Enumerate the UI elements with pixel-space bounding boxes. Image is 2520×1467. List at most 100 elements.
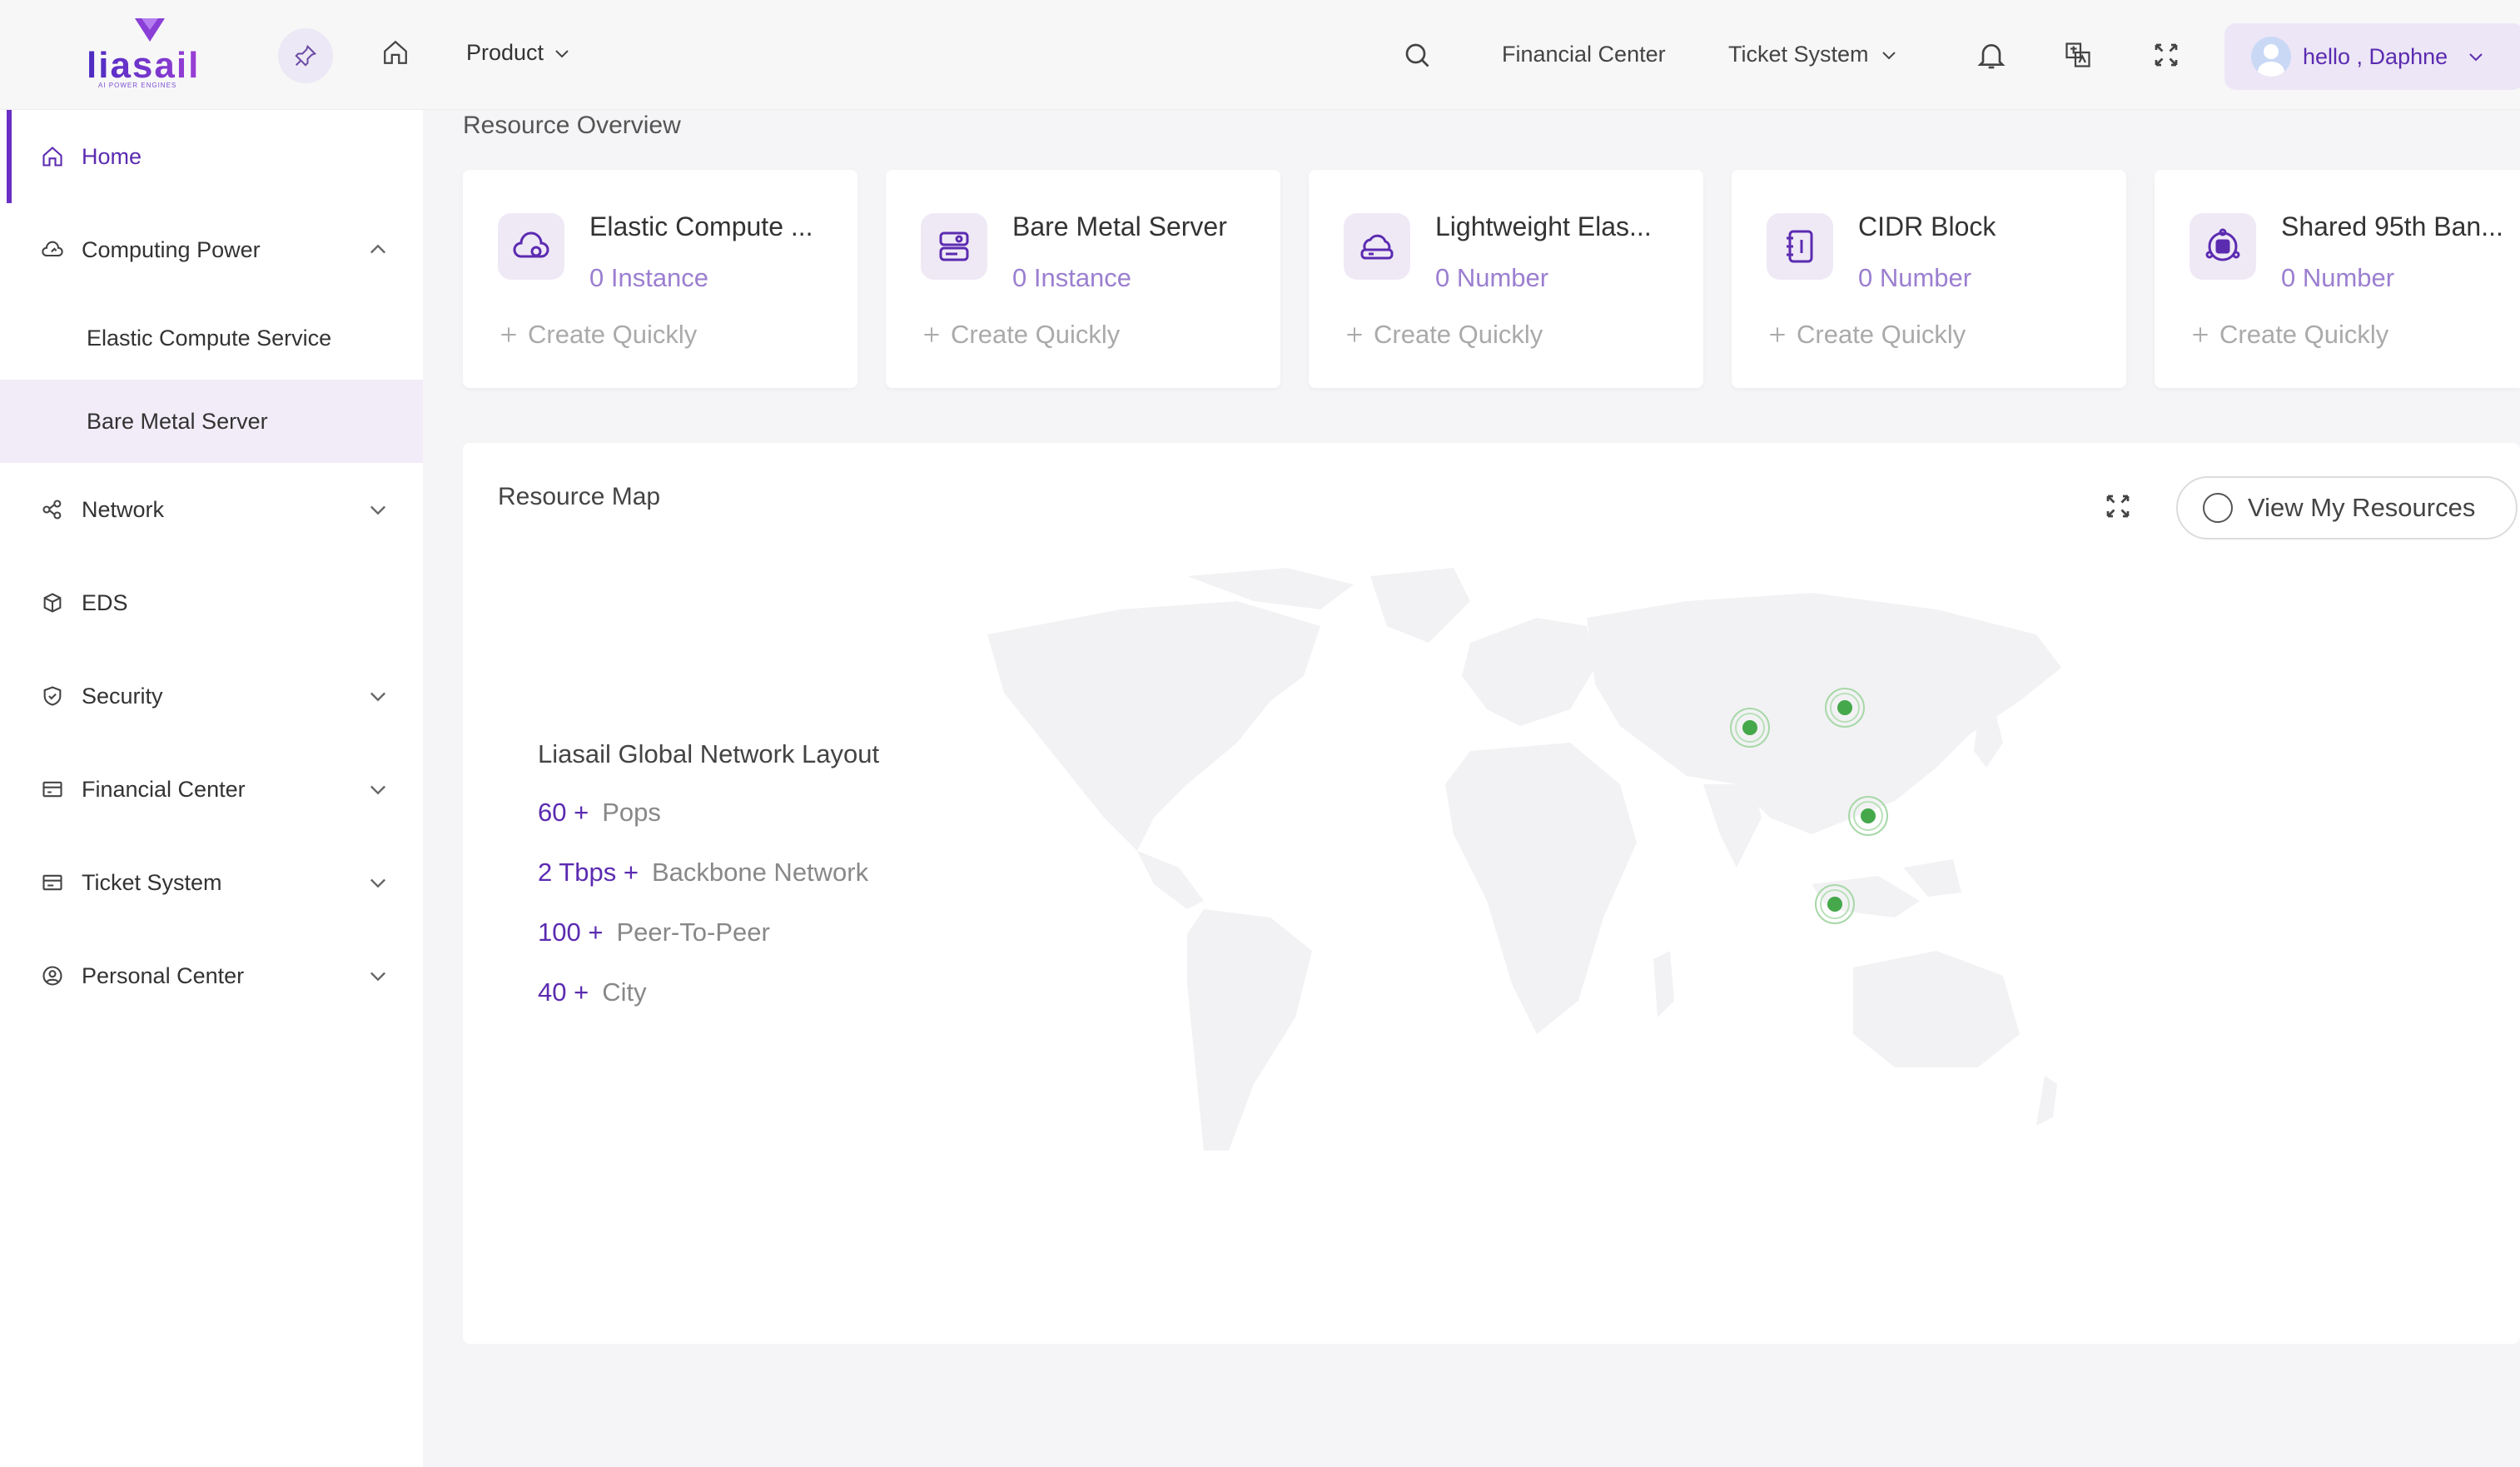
- sidebar-item-label: Security: [82, 683, 163, 709]
- sidebar-item-network[interactable]: Network: [0, 463, 423, 556]
- map-pin[interactable]: [1825, 688, 1865, 728]
- map-pin[interactable]: [1848, 796, 1888, 836]
- resource-card-bare-metal[interactable]: Bare Metal Server 0 Instance Create Quic…: [886, 170, 1280, 388]
- chevron-down-icon: [1881, 51, 1896, 59]
- card-title: Elastic Compute ...: [589, 211, 813, 241]
- resource-map-panel: Resource Map View My Resources Liasail G…: [463, 443, 2520, 1344]
- sidebar-item-label: Ticket System: [82, 869, 222, 895]
- fullscreen-icon: [2155, 43, 2178, 67]
- map-pin[interactable]: [1815, 884, 1855, 924]
- stat-label: Pops: [602, 798, 661, 827]
- stat-value: 2 Tbps +: [538, 858, 639, 887]
- view-my-resources-label: View My Resources: [2248, 493, 2476, 522]
- search-button[interactable]: [1402, 40, 1435, 73]
- sidebar-item-label: EDS: [82, 589, 128, 615]
- notifications-button[interactable]: [1975, 38, 2011, 75]
- network-layout-title: Liasail Global Network Layout: [538, 739, 880, 768]
- sidebar-item-ticket-system[interactable]: Ticket System: [0, 836, 423, 929]
- card-title: Lightweight Elas...: [1435, 211, 1652, 241]
- stat-pops: 60 + Pops: [538, 798, 661, 828]
- chevron-down-icon: [370, 785, 385, 795]
- page-title: Resource Overview: [463, 112, 681, 139]
- card-title: CIDR Block: [1858, 211, 1996, 241]
- sidebar-item-label: Computing Power: [82, 236, 261, 262]
- stat-peer: 100 + Peer-To-Peer: [538, 917, 770, 947]
- user-menu[interactable]: hello , Daphne: [2224, 23, 2520, 90]
- plus-icon: [2193, 327, 2208, 342]
- logo-subtitle: AI POWER ENGINES: [98, 82, 177, 89]
- view-my-resources-button[interactable]: View My Resources: [2176, 476, 2518, 540]
- radio-circle-icon: [2203, 493, 2233, 523]
- world-map: [987, 568, 2061, 1151]
- cloud-compute-icon: [498, 213, 564, 280]
- create-quickly-label: Create Quickly: [1374, 320, 1543, 349]
- card-title: Shared 95th Ban...: [2281, 211, 2503, 241]
- chevron-down-icon: [370, 692, 385, 702]
- fullscreen-icon: [2106, 495, 2130, 518]
- fullscreen-button[interactable]: [2151, 40, 2184, 73]
- sidebar: Home Computing Power Elastic Compute Ser…: [0, 110, 423, 1467]
- map-pin[interactable]: [1730, 708, 1770, 748]
- create-quickly-label: Create Quickly: [528, 320, 698, 349]
- bell-icon: [1977, 44, 2006, 69]
- server-icon: [921, 213, 987, 280]
- search-icon: [1405, 43, 1429, 67]
- cloud-drive-icon: [1344, 213, 1410, 280]
- sidebar-item-security[interactable]: Security: [0, 649, 423, 743]
- home-icon: [40, 144, 65, 169]
- stat-label: Backbone Network: [651, 858, 869, 887]
- network-icon: [40, 497, 65, 522]
- resource-card-lightweight[interactable]: Lightweight Elas... 0 Number Create Quic…: [1309, 170, 1703, 388]
- stat-backbone: 2 Tbps + Backbone Network: [538, 858, 868, 888]
- sidebar-item-home[interactable]: Home: [0, 110, 423, 203]
- product-menu[interactable]: Product: [466, 40, 572, 66]
- resource-card-elastic-compute[interactable]: Elastic Compute ... 0 Instance Create Qu…: [463, 170, 857, 388]
- sidebar-item-label: Personal Center: [82, 962, 245, 988]
- card-count: 0 Instance: [589, 263, 709, 292]
- plus-icon: [924, 327, 939, 342]
- sidebar-subitem-bare-metal[interactable]: Bare Metal Server: [0, 380, 423, 463]
- chevron-down-icon: [370, 505, 385, 515]
- nav-financial-center[interactable]: Financial Center: [1502, 42, 1666, 67]
- create-quickly-button[interactable]: Create Quickly: [1344, 320, 1543, 350]
- language-button[interactable]: [2063, 40, 2096, 73]
- stat-label: City: [602, 977, 647, 1007]
- product-menu-label: Product: [466, 40, 544, 65]
- sidebar-subitem-elastic-compute[interactable]: Elastic Compute Service: [0, 296, 423, 380]
- sidebar-item-financial-center[interactable]: Financial Center: [0, 743, 423, 836]
- avatar: [2251, 37, 2291, 77]
- sidebar-item-eds[interactable]: EDS: [0, 556, 423, 649]
- stat-label: Peer-To-Peer: [616, 917, 770, 947]
- resource-card-cidr-block[interactable]: CIDR Block 0 Number Create Quickly: [1732, 170, 2126, 388]
- ticket-icon: [40, 870, 65, 895]
- top-header: liasail AI POWER ENGINES Product Financi…: [0, 0, 2520, 110]
- create-quickly-button[interactable]: Create Quickly: [921, 320, 1120, 350]
- create-quickly-button[interactable]: Create Quickly: [498, 320, 697, 350]
- nav-ticket-system[interactable]: Ticket System: [1728, 42, 1899, 67]
- card-count: 0 Number: [1858, 263, 1972, 292]
- map-fullscreen-button[interactable]: [2103, 491, 2136, 525]
- shield-icon: [40, 684, 65, 709]
- sidebar-item-label: Network: [82, 496, 165, 522]
- create-quickly-button[interactable]: Create Quickly: [2189, 320, 2388, 350]
- pin-sidebar-button[interactable]: [278, 28, 333, 83]
- card-count: 0 Number: [1435, 263, 1549, 292]
- create-quickly-label: Create Quickly: [1797, 320, 1966, 349]
- sidebar-item-computing-power[interactable]: Computing Power: [0, 203, 423, 296]
- sidebar-item-personal-center[interactable]: Personal Center: [0, 929, 423, 1022]
- card-count: 0 Instance: [1012, 263, 1132, 292]
- create-quickly-button[interactable]: Create Quickly: [1767, 320, 1966, 350]
- user-icon: [40, 963, 65, 988]
- notebook-icon: [1767, 213, 1833, 280]
- home-button[interactable]: [381, 38, 416, 73]
- card-title: Bare Metal Server: [1012, 211, 1227, 241]
- resource-card-shared-bandwidth[interactable]: Shared 95th Ban... 0 Number Create Quick…: [2155, 170, 2520, 388]
- logo-text: liasail: [87, 45, 201, 86]
- map-title: Resource Map: [498, 483, 661, 510]
- logo-mark-icon: [135, 18, 165, 42]
- create-quickly-label: Create Quickly: [951, 320, 1121, 349]
- stat-value: 60 +: [538, 798, 589, 827]
- plus-icon: [1347, 327, 1362, 342]
- logo[interactable]: liasail AI POWER ENGINES: [87, 17, 211, 92]
- sidebar-item-label: Home: [82, 143, 142, 169]
